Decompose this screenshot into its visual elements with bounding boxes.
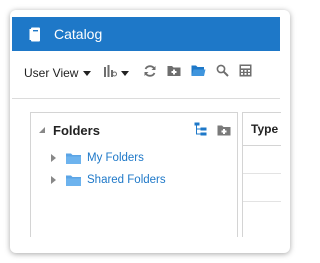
collapse-triangle-icon[interactable] [39,127,45,133]
new-folder-button[interactable] [167,64,181,82]
expand-arrow-icon[interactable] [51,154,56,162]
open-folder-button[interactable] [191,64,206,82]
chevron-down-icon [83,70,92,76]
toolbar-divider [12,98,280,99]
new-folder-icon[interactable] [217,123,231,141]
folder-icon [66,175,81,186]
table-row [243,146,281,174]
expand-arrow-icon[interactable] [51,176,56,184]
table-row [243,174,281,202]
chevron-down-icon [121,70,130,76]
folders-panel: Folders My Folders Shared Folders [30,112,238,237]
calculator-icon [239,64,252,82]
folders-panel-header[interactable]: Folders [31,113,237,147]
folder-icon [66,153,81,164]
open-folder-icon [191,64,206,82]
details-panel: Type [242,112,281,237]
folders-panel-title: Folders [53,122,100,138]
search-icon [216,64,230,82]
refresh-button[interactable] [143,64,157,82]
user-view-label: User View [24,66,79,80]
catalog-book-icon [28,26,42,42]
tree-item-label: Shared Folders [87,174,166,186]
tree-item-label: My Folders [87,152,144,164]
type-column-header[interactable]: Type [243,113,281,146]
calculator-button[interactable] [239,64,252,82]
bar-chart-icon [103,64,118,83]
tree-structure-icon[interactable] [194,122,207,141]
refresh-icon [143,64,157,83]
search-button[interactable] [216,64,230,82]
tree-item-shared-folders[interactable]: Shared Folders [31,169,237,191]
catalog-title-bar: Catalog [12,17,280,51]
tree-item-my-folders[interactable]: My Folders [31,147,237,169]
catalog-toolbar: User View [24,62,280,84]
page-title: Catalog [54,26,103,42]
show-chart-dropdown[interactable] [103,64,130,83]
new-folder-icon [167,64,181,82]
user-view-dropdown[interactable]: User View [24,66,92,80]
